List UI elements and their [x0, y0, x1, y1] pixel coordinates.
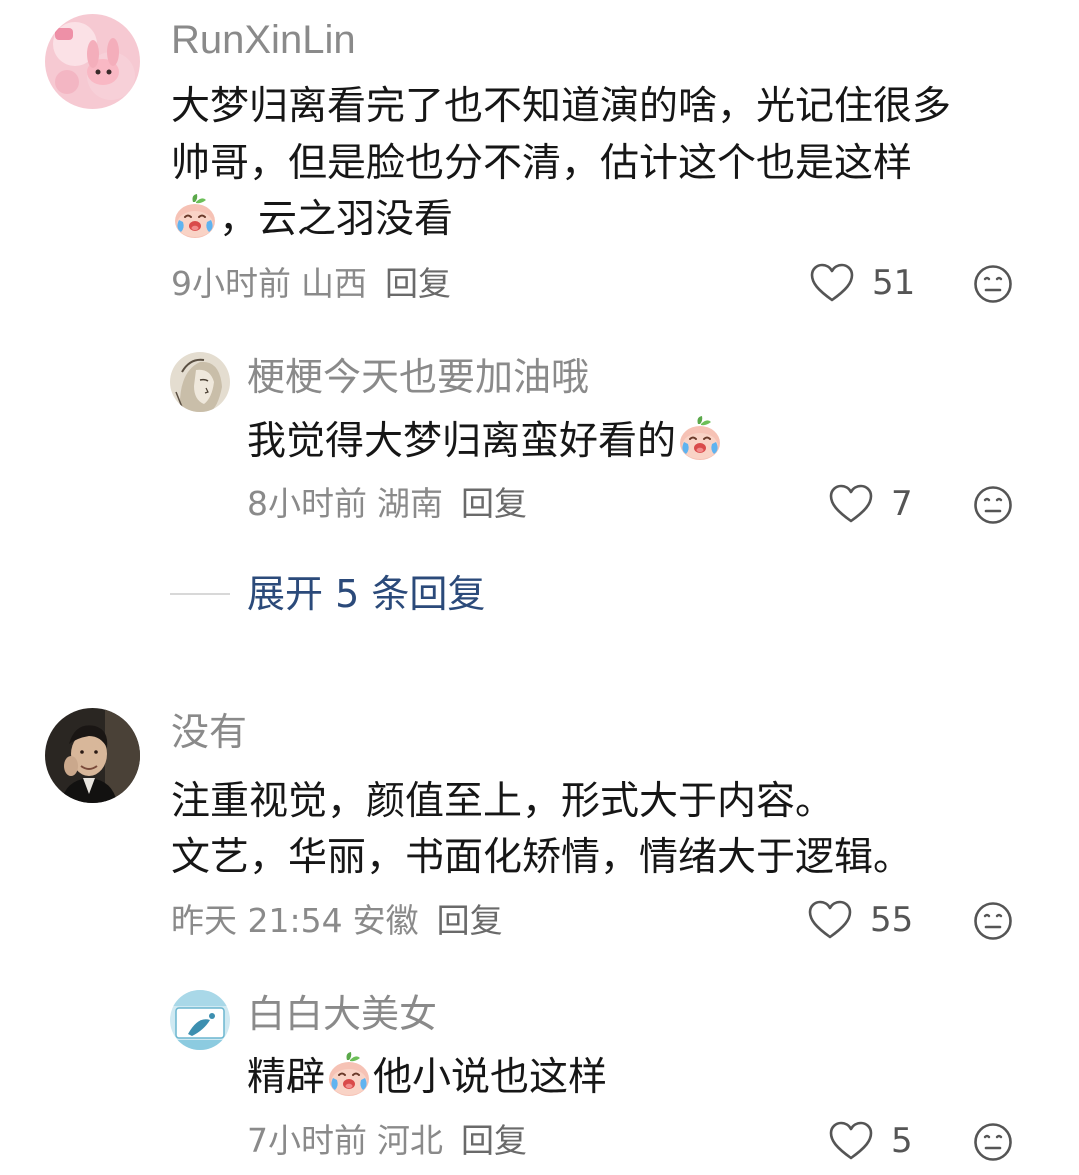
like-button[interactable]: 5	[829, 1121, 913, 1161]
expand-replies-label: 展开 5 条回复	[247, 572, 486, 616]
like-count: 55	[870, 900, 914, 940]
heart-icon	[829, 484, 873, 524]
like-count: 51	[872, 263, 916, 303]
comment-time: 9小时前	[171, 264, 291, 303]
reply-text-fragment: 精辟	[247, 1055, 326, 1100]
reply-location: 湖南	[377, 484, 443, 523]
crying-peach-emoji-icon	[171, 192, 219, 240]
crying-peach-emoji-icon	[325, 1050, 373, 1098]
comment-text-line-with-emoji: ，云之羽没看	[171, 191, 453, 248]
comment-username[interactable]: 没有	[171, 713, 247, 751]
user-avatar-man-portrait[interactable]	[45, 708, 140, 803]
reply-username[interactable]: 梗梗今天也要加油哦	[247, 358, 589, 396]
meh-face-icon	[973, 264, 1013, 304]
reply-time: 8小时前	[247, 484, 367, 523]
reply-button[interactable]: 回复	[461, 484, 527, 523]
dislike-button[interactable]	[973, 901, 1013, 941]
comment-time: 昨天 21:54	[171, 901, 343, 940]
like-count: 5	[891, 1121, 913, 1161]
meh-face-icon	[973, 485, 1013, 525]
reply-button[interactable]: 回复	[461, 1121, 527, 1160]
reply-text-line: 精辟 他小说也这样	[247, 1049, 607, 1106]
comment-text-line: 帅哥，但是脸也分不清，估计这个也是这样	[171, 141, 913, 186]
reply-button[interactable]: 回复	[437, 901, 503, 940]
like-button[interactable]: 51	[810, 263, 915, 303]
comment-text-fragment: ，云之羽没看	[219, 197, 454, 242]
user-avatar-pink-bunny[interactable]	[45, 14, 140, 109]
reply-location: 河北	[377, 1121, 443, 1160]
reply-meta: 7小时前 河北 回复	[247, 1124, 537, 1157]
heart-icon	[808, 900, 852, 940]
heart-icon	[810, 263, 854, 303]
comment-text-line: 大梦归离看完了也不知道演的啥，光记住很多	[171, 84, 952, 129]
comment-username[interactable]: RunXinLin	[171, 20, 356, 60]
meh-face-icon	[973, 901, 1013, 941]
like-button[interactable]: 55	[808, 900, 913, 940]
comment-location: 山西	[301, 264, 367, 303]
reply-text-line: 我觉得大梦归离蛮好看的	[247, 413, 724, 470]
comment-text-line: 注重视觉，颜值至上，形式大于内容。	[171, 779, 835, 824]
comment-text-line: 文艺，华丽，书面化矫情，情绪大于逻辑。	[171, 835, 913, 880]
expand-divider	[170, 593, 230, 595]
like-button[interactable]: 7	[829, 484, 913, 524]
like-count: 7	[891, 484, 913, 524]
reply-time: 7小时前	[247, 1121, 367, 1160]
reply-username[interactable]: 白白大美女	[247, 995, 437, 1033]
dislike-button[interactable]	[973, 485, 1013, 525]
dislike-button[interactable]	[973, 1122, 1013, 1162]
expand-replies-button[interactable]: 展开 5 条回复	[170, 575, 485, 613]
reply-text-fragment: 我觉得大梦归离蛮好看的	[247, 419, 677, 464]
meh-face-icon	[973, 1122, 1013, 1162]
user-avatar-sketch-portrait[interactable]	[170, 352, 230, 412]
heart-icon	[829, 1121, 873, 1161]
comment-meta: 昨天 21:54 安徽 回复	[171, 904, 513, 937]
dislike-button[interactable]	[973, 264, 1013, 304]
reply-button[interactable]: 回复	[385, 264, 451, 303]
reply-meta: 8小时前 湖南 回复	[247, 487, 537, 520]
comment-meta: 9小时前 山西 回复	[171, 267, 461, 300]
user-avatar-blue-scene[interactable]	[170, 990, 230, 1050]
comment-location: 安徽	[352, 901, 419, 940]
reply-text-fragment: 他小说也这样	[373, 1055, 608, 1100]
crying-peach-emoji-icon	[676, 414, 724, 462]
